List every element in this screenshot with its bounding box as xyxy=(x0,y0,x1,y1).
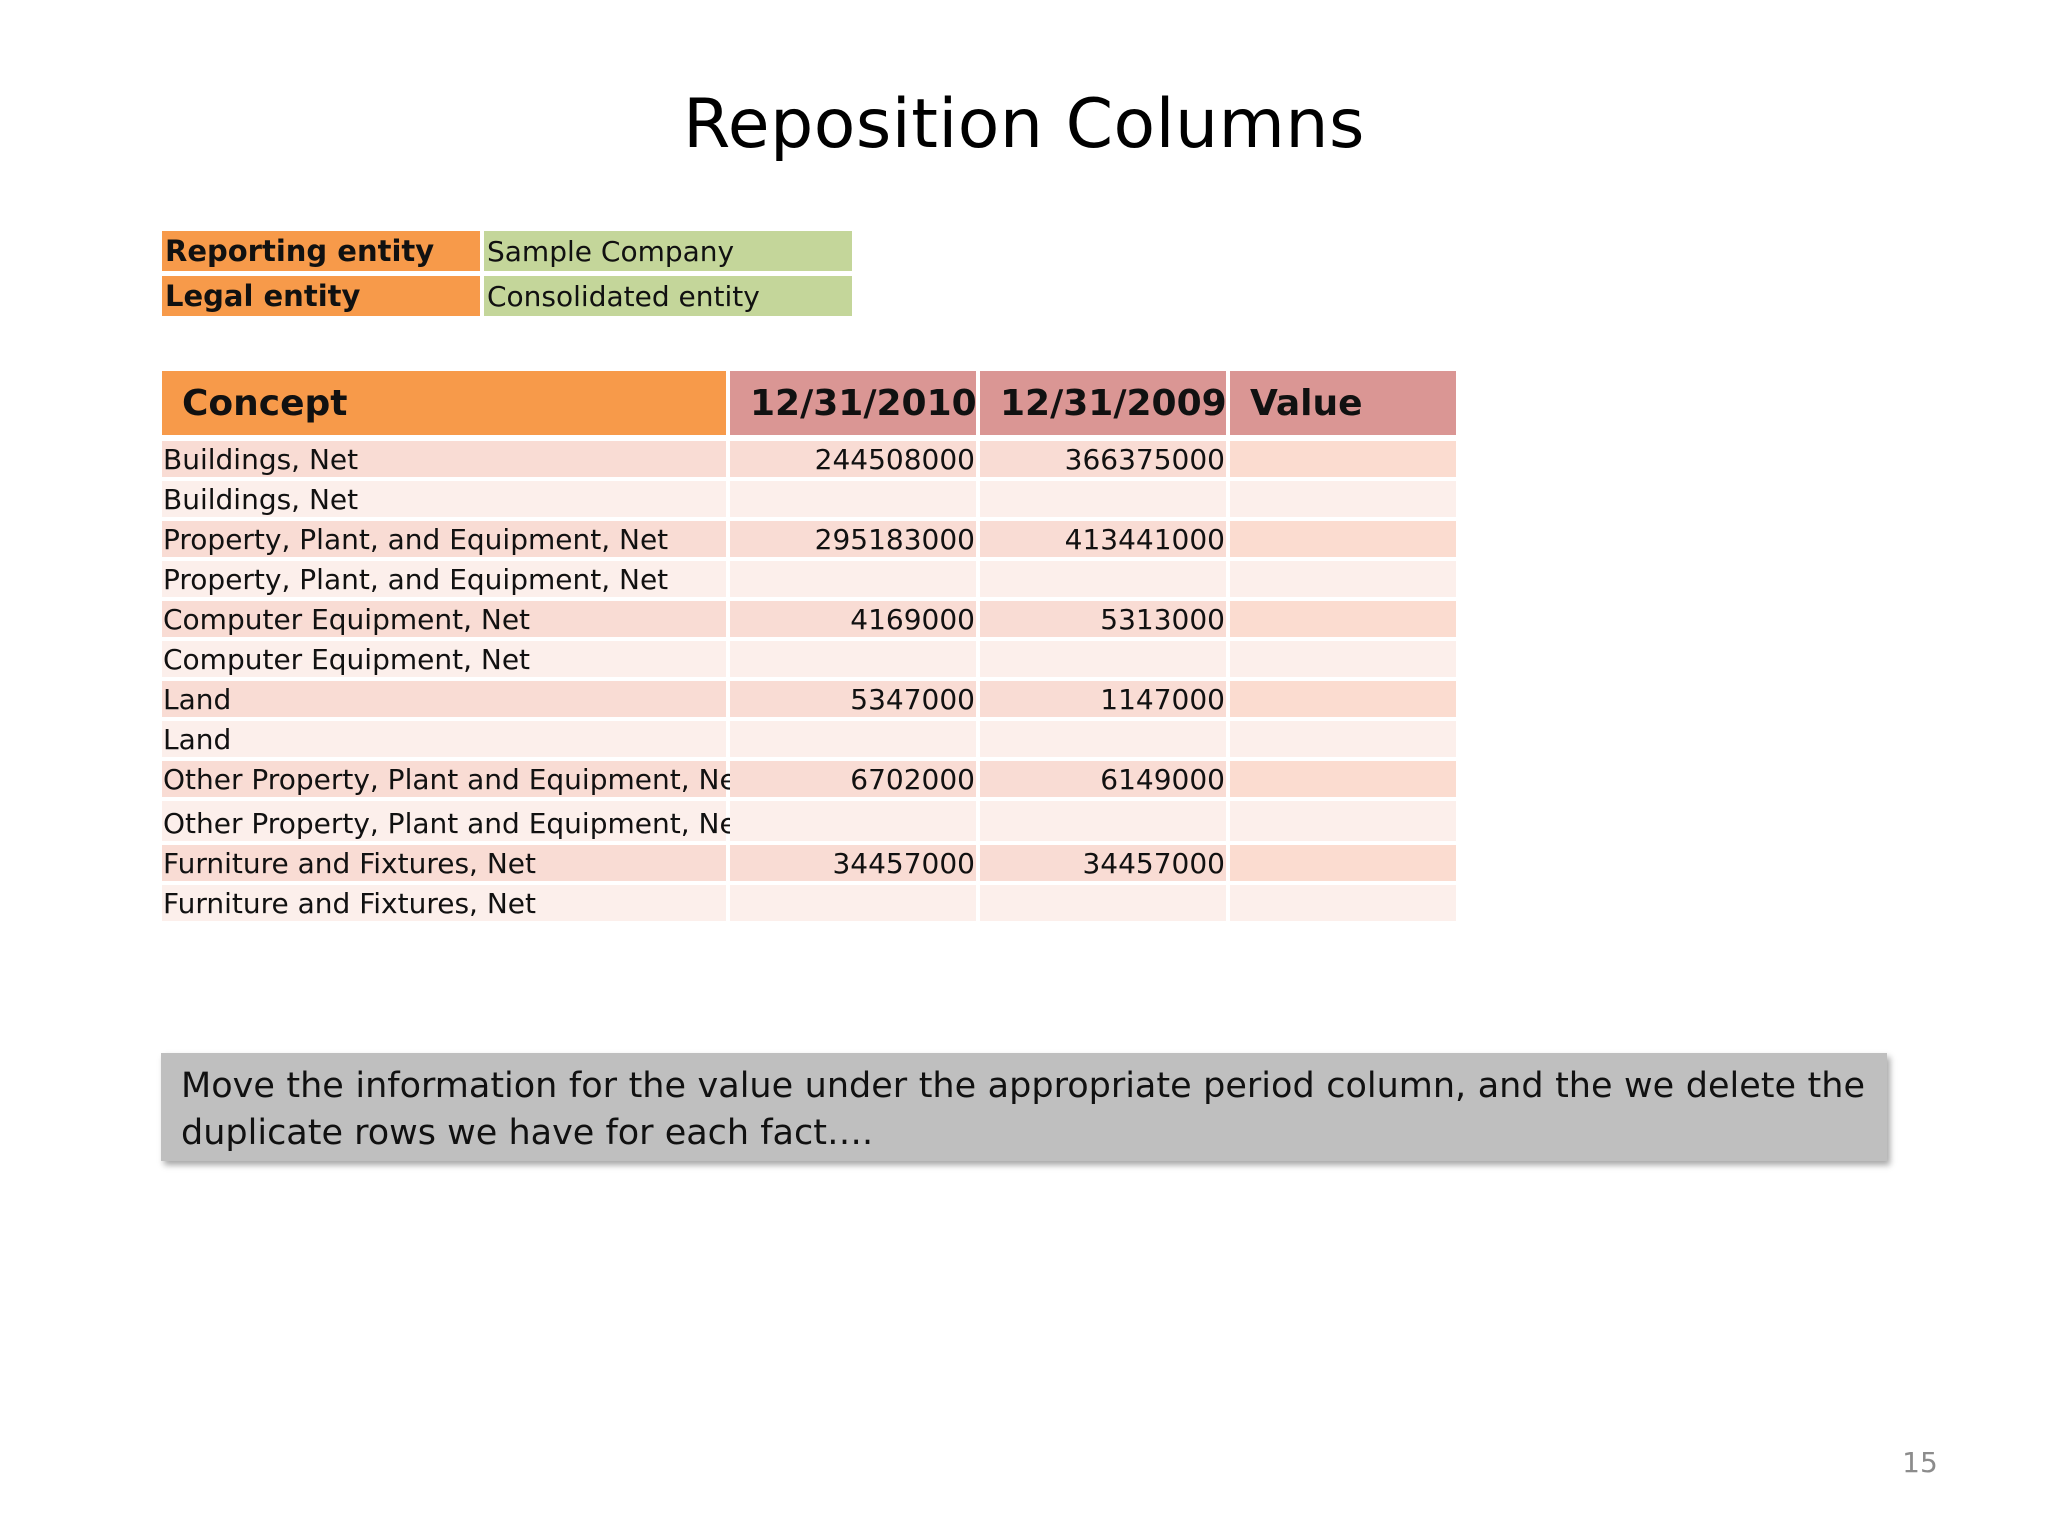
cell-concept: Buildings, Net xyxy=(162,481,726,517)
cell-value xyxy=(1230,845,1456,881)
cell-value xyxy=(1230,761,1456,797)
table-row: Computer Equipment, Net 4169000 5313000 xyxy=(162,601,1456,637)
cell-concept: Computer Equipment, Net xyxy=(162,641,726,677)
slide-title: Reposition Columns xyxy=(683,85,1365,164)
cell-2009 xyxy=(980,561,1226,597)
table-row: Buildings, Net 244508000 366375000 xyxy=(162,441,1456,477)
cell-2009: 1147000 xyxy=(980,681,1226,717)
cell-2009 xyxy=(980,481,1226,517)
cell-2010 xyxy=(730,885,976,921)
cell-value xyxy=(1230,801,1456,841)
cell-2009: 34457000 xyxy=(980,845,1226,881)
cell-value xyxy=(1230,721,1456,757)
cell-value xyxy=(1230,641,1456,677)
table-row: Computer Equipment, Net xyxy=(162,641,1456,677)
entity-label: Legal entity xyxy=(162,276,480,316)
cell-2009: 413441000 xyxy=(980,521,1226,557)
cell-2010: 5347000 xyxy=(730,681,976,717)
table-row: Other Property, Plant and Equipment, Net xyxy=(162,801,1456,841)
cell-value xyxy=(1230,601,1456,637)
header-period-2009: 12/31/2009 xyxy=(980,371,1227,435)
cell-2009: 5313000 xyxy=(980,601,1226,637)
cell-2010 xyxy=(730,721,976,757)
cell-concept: Computer Equipment, Net xyxy=(162,601,726,637)
header-value: Value xyxy=(1230,371,1456,435)
cell-value xyxy=(1230,441,1456,477)
cell-2009: 6149000 xyxy=(980,761,1226,797)
cell-concept: Furniture and Fixtures, Net xyxy=(162,845,726,881)
entity-info-table: Reporting entity Sample Company Legal en… xyxy=(162,231,854,321)
cell-2010: 6702000 xyxy=(730,761,976,797)
page-number: 15 xyxy=(1902,1446,1938,1479)
entity-value: Sample Company xyxy=(484,231,852,271)
instruction-note: Move the information for the value under… xyxy=(161,1053,1887,1161)
cell-2010 xyxy=(730,801,976,841)
cell-2010: 295183000 xyxy=(730,521,976,557)
cell-concept: Buildings, Net xyxy=(162,441,726,477)
cell-value xyxy=(1230,521,1456,557)
table-row: Property, Plant, and Equipment, Net xyxy=(162,561,1456,597)
cell-concept: Land xyxy=(162,721,726,757)
cell-value xyxy=(1230,681,1456,717)
table-row: Other Property, Plant and Equipment, Net… xyxy=(162,761,1456,797)
table-row: Land 5347000 1147000 xyxy=(162,681,1456,717)
entity-value: Consolidated entity xyxy=(484,276,852,316)
cell-2010: 4169000 xyxy=(730,601,976,637)
cell-concept: Property, Plant, and Equipment, Net xyxy=(162,561,726,597)
entity-row-reporting: Reporting entity Sample Company xyxy=(162,231,854,271)
cell-value xyxy=(1230,481,1456,517)
cell-2010: 244508000 xyxy=(730,441,976,477)
header-period-2010: 12/31/2010 xyxy=(730,371,977,435)
cell-2010 xyxy=(730,481,976,517)
cell-concept: Furniture and Fixtures, Net xyxy=(162,885,726,921)
cell-2010 xyxy=(730,641,976,677)
cell-2009 xyxy=(980,885,1226,921)
cell-2009 xyxy=(980,641,1226,677)
cell-2009: 366375000 xyxy=(980,441,1226,477)
table-row: Buildings, Net xyxy=(162,481,1456,517)
entity-label: Reporting entity xyxy=(162,231,480,271)
cell-concept: Other Property, Plant and Equipment, Net xyxy=(162,761,748,797)
cell-2009 xyxy=(980,721,1226,757)
table-row: Property, Plant, and Equipment, Net 2951… xyxy=(162,521,1456,557)
table-row: Furniture and Fixtures, Net 34457000 344… xyxy=(162,845,1456,881)
header-concept: Concept xyxy=(162,371,726,435)
cell-value xyxy=(1230,561,1456,597)
table-row: Furniture and Fixtures, Net xyxy=(162,885,1456,921)
cell-concept: Land xyxy=(162,681,726,717)
cell-2010: 34457000 xyxy=(730,845,976,881)
cell-concept: Property, Plant, and Equipment, Net xyxy=(162,521,726,557)
cell-value xyxy=(1230,885,1456,921)
cell-2009 xyxy=(980,801,1226,841)
cell-concept: Other Property, Plant and Equipment, Net xyxy=(162,801,748,841)
table-header-row: Concept 12/31/2010 12/31/2009 Value xyxy=(162,371,1456,435)
entity-row-legal: Legal entity Consolidated entity xyxy=(162,276,854,316)
table-row: Land xyxy=(162,721,1456,757)
facts-table: Concept 12/31/2010 12/31/2009 Value Buil… xyxy=(162,371,1456,925)
cell-2010 xyxy=(730,561,976,597)
